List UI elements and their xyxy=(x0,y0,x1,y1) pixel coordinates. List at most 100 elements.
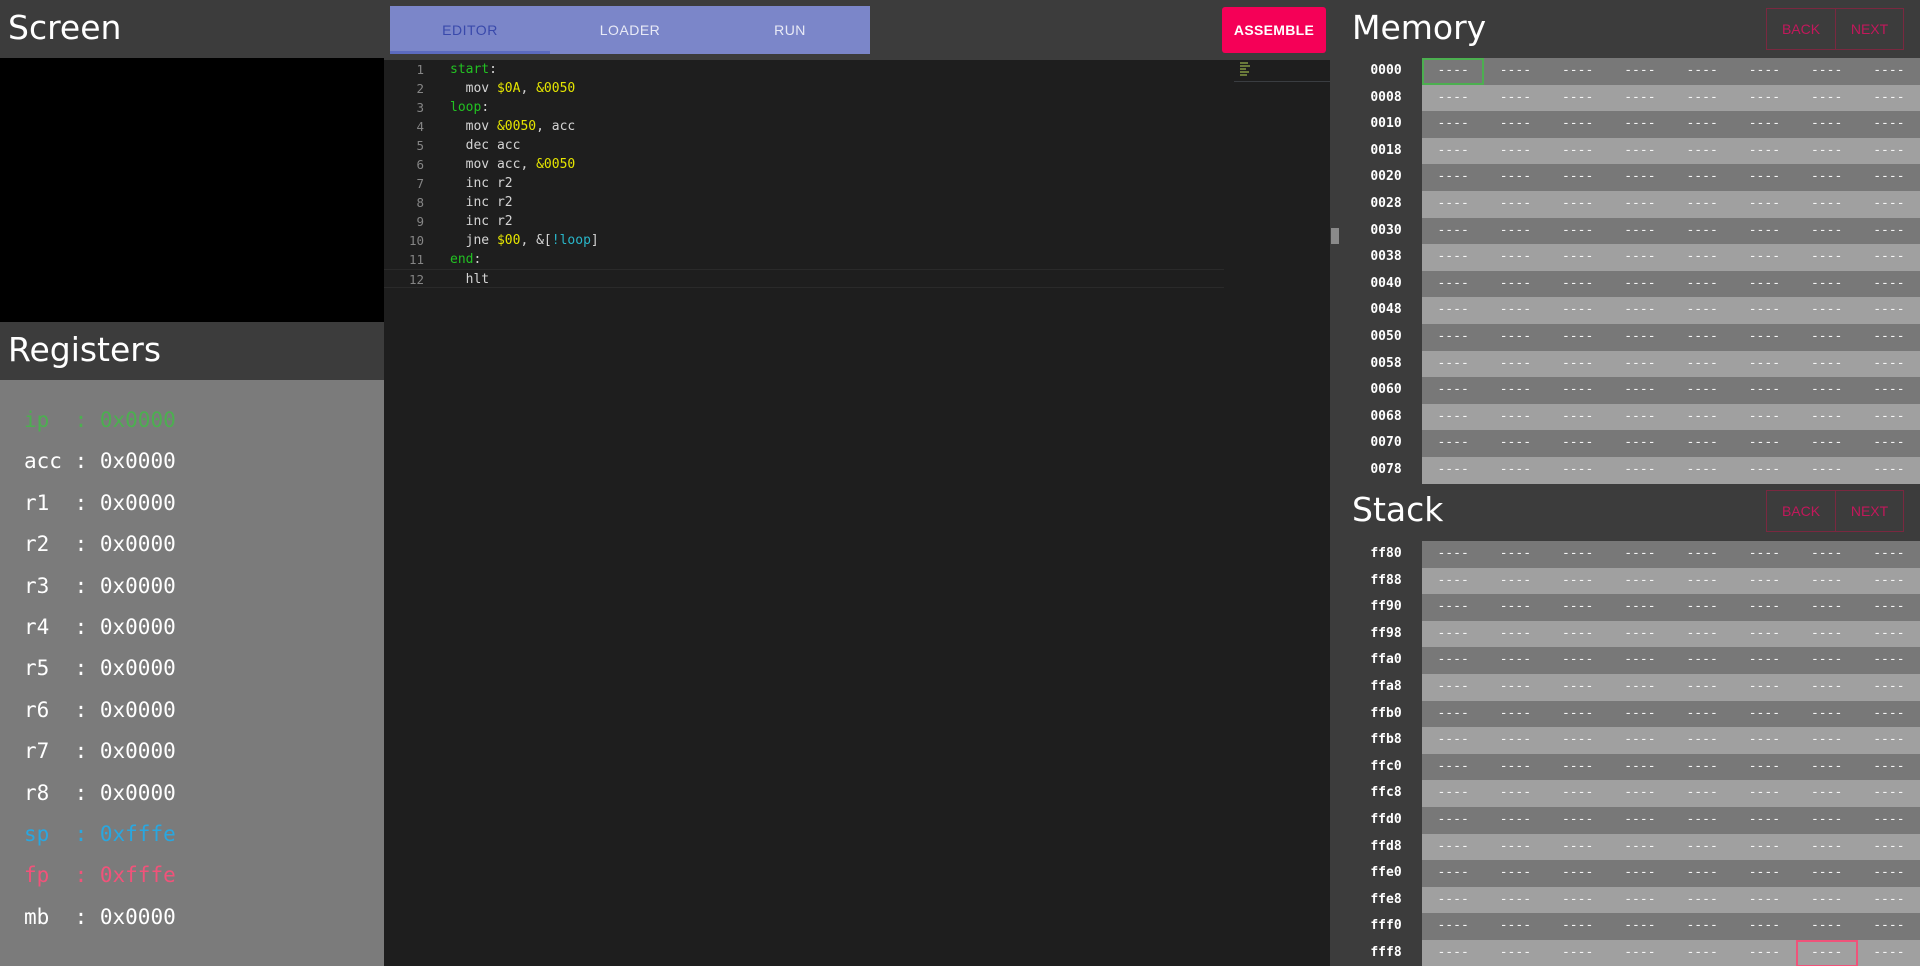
memory-cell: ---- xyxy=(1748,461,1781,477)
stack-back-button[interactable]: BACK xyxy=(1767,491,1835,531)
stack-cell: ---- xyxy=(1437,838,1469,854)
line-number: 4 xyxy=(416,119,424,134)
code-line[interactable]: 3 loop: xyxy=(384,98,1224,117)
stack-cell: ---- xyxy=(1624,546,1656,561)
memory-cell: ---- xyxy=(1499,302,1532,318)
editor-minimap[interactable] xyxy=(1234,60,1330,82)
memory-address: 0020 xyxy=(1344,164,1422,191)
code-text[interactable]: loop: xyxy=(424,98,489,117)
stack-row: ff98 ---- ---- ---- ---- ---- ---- ---- ---- xyxy=(1344,620,1920,648)
memory-cell: ---- xyxy=(1810,116,1843,132)
code-line[interactable]: 7 inc r2 xyxy=(384,174,1224,193)
memory-cell: ---- xyxy=(1437,142,1469,158)
stack-cell: ---- xyxy=(1686,918,1718,934)
stack-cell: ---- xyxy=(1561,625,1594,641)
stack-cell: ---- xyxy=(1686,944,1718,960)
code-line[interactable]: 1 start: xyxy=(384,60,1224,79)
register-value: 0x0000 xyxy=(99,490,176,515)
stack-row: ff90 ---- ---- ---- ---- ---- ---- ---- ---- xyxy=(1344,594,1920,621)
register-value: 0x0000 xyxy=(99,614,176,639)
memory-cell: ---- xyxy=(1561,275,1594,291)
code-line[interactable]: 12 hlt xyxy=(384,269,1224,288)
stack-cell: ---- xyxy=(1499,625,1532,641)
register-name: r7 xyxy=(24,739,62,764)
memory-cell: ---- xyxy=(1748,382,1781,398)
code-text[interactable]: end: xyxy=(424,250,481,269)
code-editor[interactable]: 1 start: 2 mov $0A, &0050 3 loop: 4 mov &0050… xyxy=(384,60,1339,966)
stack-cell: ---- xyxy=(1873,678,1905,694)
stack-cell: ---- xyxy=(1624,758,1656,774)
code-text[interactable]: start: xyxy=(424,60,497,79)
memory-cell: ---- xyxy=(1810,89,1843,105)
register-sp: sp : 0xfffe xyxy=(24,821,176,846)
stack-cell: ---- xyxy=(1748,918,1781,934)
editor-scrollbar[interactable] xyxy=(1331,228,1339,244)
code-text[interactable]: mov acc, &0050 xyxy=(424,155,576,174)
stack-cell: ---- xyxy=(1499,652,1532,668)
stack-cell: ---- xyxy=(1624,625,1656,641)
memory-address: 0018 xyxy=(1344,137,1422,165)
memory-next-button[interactable]: NEXT xyxy=(1835,9,1903,49)
memory-cell: ---- xyxy=(1499,116,1532,132)
register-name: r2 xyxy=(24,532,62,557)
stack-address: ffc0 xyxy=(1344,753,1422,781)
memory-back-button[interactable]: BACK xyxy=(1767,9,1835,49)
memory-cell: ---- xyxy=(1810,435,1843,451)
register-value: 0x0000 xyxy=(99,408,176,432)
code-text[interactable]: hlt xyxy=(424,270,490,287)
memory-cell: ---- xyxy=(1561,302,1594,318)
memory-address: 0058 xyxy=(1344,350,1422,378)
code-text[interactable]: mov &0050, acc xyxy=(424,117,576,136)
stack-cell: ---- xyxy=(1686,838,1718,854)
code-text[interactable]: inc r2 xyxy=(424,193,513,212)
registers-panel: ip : 0x0000 acc : 0x0000 r1 : 0x0000 r2 : 0… xyxy=(0,380,384,966)
code-line[interactable]: 11 end: xyxy=(384,250,1224,269)
memory-cell: ---- xyxy=(1561,461,1594,477)
memory-cell: ---- xyxy=(1561,328,1594,344)
stack-cell: ---- xyxy=(1499,705,1532,721)
stack-row: ffb8 ---- ---- ---- ---- ---- ---- ---- ---- xyxy=(1344,727,1920,754)
memory-cell: ---- xyxy=(1810,222,1843,238)
stack-cell: ---- xyxy=(1748,732,1781,748)
code-line[interactable]: 5 dec acc xyxy=(384,136,1224,155)
code-text[interactable]: dec acc xyxy=(424,136,521,155)
stack-cell: ---- xyxy=(1686,705,1718,721)
stack-next-button[interactable]: NEXT xyxy=(1835,491,1903,531)
line-number: 5 xyxy=(416,138,424,153)
memory-cell: ---- xyxy=(1624,328,1656,344)
code-text[interactable]: inc r2 xyxy=(424,212,513,231)
stack-cell: ---- xyxy=(1748,652,1781,668)
code-line[interactable]: 9 inc r2 xyxy=(384,212,1224,231)
assemble-button[interactable]: ASSEMBLE xyxy=(1222,7,1326,53)
stack-cell: ---- xyxy=(1810,758,1843,774)
code-line[interactable]: 4 mov &0050, acc xyxy=(384,117,1224,136)
register-name: r8 xyxy=(24,780,62,805)
code-line[interactable]: 6 mov acc, &0050 xyxy=(384,155,1224,174)
memory-cell: ---- xyxy=(1748,169,1781,185)
code-line[interactable]: 8 inc r2 xyxy=(384,193,1224,212)
register-value: 0x0000 xyxy=(99,656,176,681)
memory-cell: ---- xyxy=(1748,142,1781,158)
code-lines[interactable]: 1 start: 2 mov $0A, &0050 3 loop: 4 mov &0050… xyxy=(384,60,1224,288)
tab-editor[interactable]: EDITOR xyxy=(390,6,550,54)
memory-cell: ---- xyxy=(1873,116,1905,132)
stack-cell: ---- xyxy=(1499,811,1532,827)
memory-cell: ---- xyxy=(1686,63,1718,78)
memory-cell: ---- xyxy=(1873,249,1905,265)
code-line[interactable]: 10 jne $00, &[!loop] xyxy=(384,231,1224,250)
stack-cell: ---- xyxy=(1873,546,1905,561)
code-text[interactable]: jne $00, &[!loop] xyxy=(424,231,599,250)
memory-cell: ---- xyxy=(1810,275,1843,291)
tab-loader[interactable]: LOADER xyxy=(550,6,710,54)
code-text[interactable]: mov $0A, &0050 xyxy=(424,79,576,98)
memory-row: 0078 ---- ---- ---- ---- ---- ---- ---- ---- xyxy=(1344,456,1920,484)
stack-address: ffe8 xyxy=(1344,886,1422,914)
stack-cell: ---- xyxy=(1810,732,1843,748)
code-line[interactable]: 2 mov $0A, &0050 xyxy=(384,79,1224,98)
stack-cell: ---- xyxy=(1810,891,1843,907)
code-text[interactable]: inc r2 xyxy=(424,174,513,193)
stack-cell: ---- xyxy=(1873,838,1905,854)
memory-cell: ---- xyxy=(1873,302,1905,318)
register-acc: acc : 0x0000 xyxy=(24,449,176,474)
tab-run[interactable]: RUN xyxy=(710,6,870,54)
